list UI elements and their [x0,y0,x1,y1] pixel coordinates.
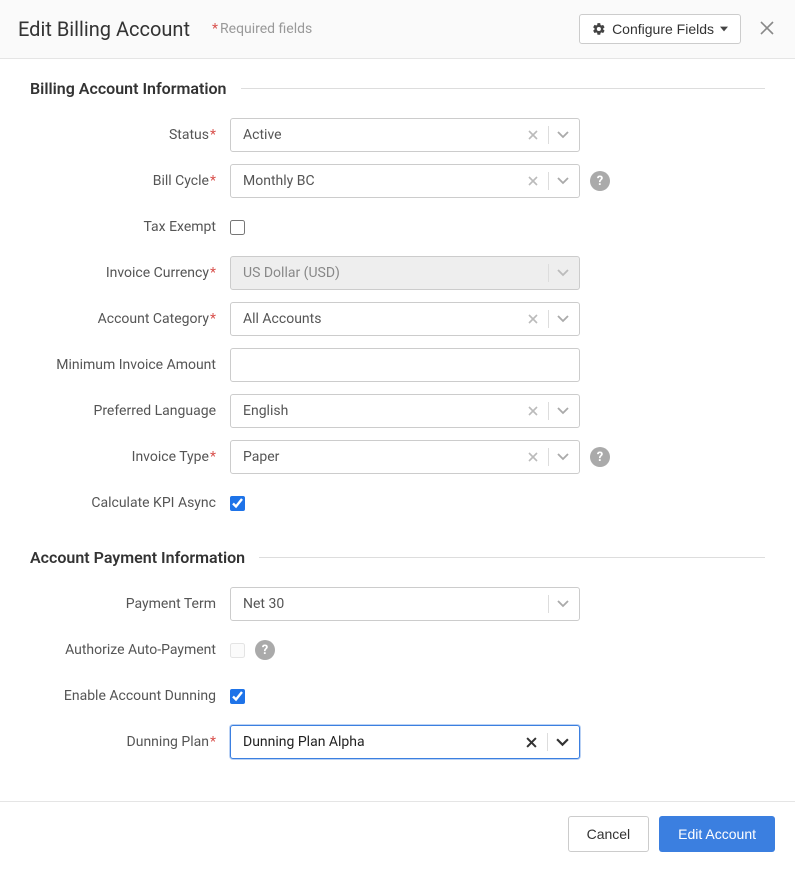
page-title: Edit Billing Account [18,17,190,41]
help-icon[interactable]: ? [590,447,610,467]
configure-fields-label: Configure Fields [612,21,714,37]
gear-icon [592,22,606,36]
label-tax-exempt: Tax Exempt [30,219,230,235]
clear-icon[interactable] [522,314,544,324]
label-payment-term: Payment Term [30,596,230,612]
help-icon[interactable]: ? [590,171,610,191]
label-status: Status* [30,127,230,143]
clear-icon[interactable] [520,737,543,748]
chevron-down-icon [553,600,579,608]
label-invoice-currency: Invoice Currency* [30,265,230,281]
clear-icon[interactable] [522,406,544,416]
cancel-button[interactable]: Cancel [568,816,650,852]
label-enable-account-dunning: Enable Account Dunning [30,688,230,704]
account-category-select[interactable]: All Accounts [230,302,580,336]
dunning-plan-select[interactable]: Dunning Plan Alpha [230,725,580,759]
section-title-payment: Account Payment Information [30,548,259,567]
section-billing-info: Billing Account Information Status* Acti… [30,79,765,520]
status-select[interactable]: Active [230,118,580,152]
help-icon[interactable]: ? [255,640,275,660]
bill-cycle-select[interactable]: Monthly BC [230,164,580,198]
section-title-billing: Billing Account Information [30,79,241,98]
invoice-type-select[interactable]: Paper [230,440,580,474]
chevron-down-icon [553,453,579,461]
label-calculate-kpi-async: Calculate KPI Async [30,495,230,511]
section-payment-info: Account Payment Information Payment Term… [30,548,765,759]
clear-icon[interactable] [522,452,544,462]
section-divider [241,88,766,89]
authorize-auto-payment-checkbox [230,643,245,658]
required-fields-hint: *Required fields [212,21,312,37]
calculate-kpi-async-checkbox[interactable] [230,496,245,511]
chevron-down-icon [553,315,579,323]
chevron-down-icon [553,407,579,415]
label-dunning-plan: Dunning Plan* [30,734,230,750]
caret-down-icon [720,25,728,33]
payment-term-select[interactable]: Net 30 [230,587,580,621]
chevron-down-icon [552,738,579,747]
chevron-down-icon [553,269,579,277]
enable-account-dunning-checkbox[interactable] [230,689,245,704]
asterisk-icon: * [212,21,218,37]
modal-header: Edit Billing Account *Required fields Co… [0,0,795,59]
label-preferred-language: Preferred Language [30,403,230,419]
tax-exempt-checkbox[interactable] [230,220,245,235]
configure-fields-button[interactable]: Configure Fields [579,14,741,44]
clear-icon[interactable] [522,130,544,140]
label-min-invoice-amount: Minimum Invoice Amount [30,357,230,373]
min-invoice-amount-input[interactable] [230,348,580,382]
invoice-currency-select: US Dollar (USD) [230,256,580,290]
section-divider [259,557,765,558]
label-authorize-auto-payment: Authorize Auto-Payment [30,642,230,658]
form-content: Billing Account Information Status* Acti… [0,59,795,801]
edit-account-button[interactable]: Edit Account [659,816,775,852]
chevron-down-icon [553,177,579,185]
label-invoice-type: Invoice Type* [30,449,230,465]
label-account-category: Account Category* [30,311,230,327]
chevron-down-icon [553,131,579,139]
modal-footer: Cancel Edit Account [0,801,795,866]
clear-icon[interactable] [522,176,544,186]
close-button[interactable] [759,20,777,38]
preferred-language-select[interactable]: English [230,394,580,428]
label-bill-cycle: Bill Cycle* [30,173,230,189]
